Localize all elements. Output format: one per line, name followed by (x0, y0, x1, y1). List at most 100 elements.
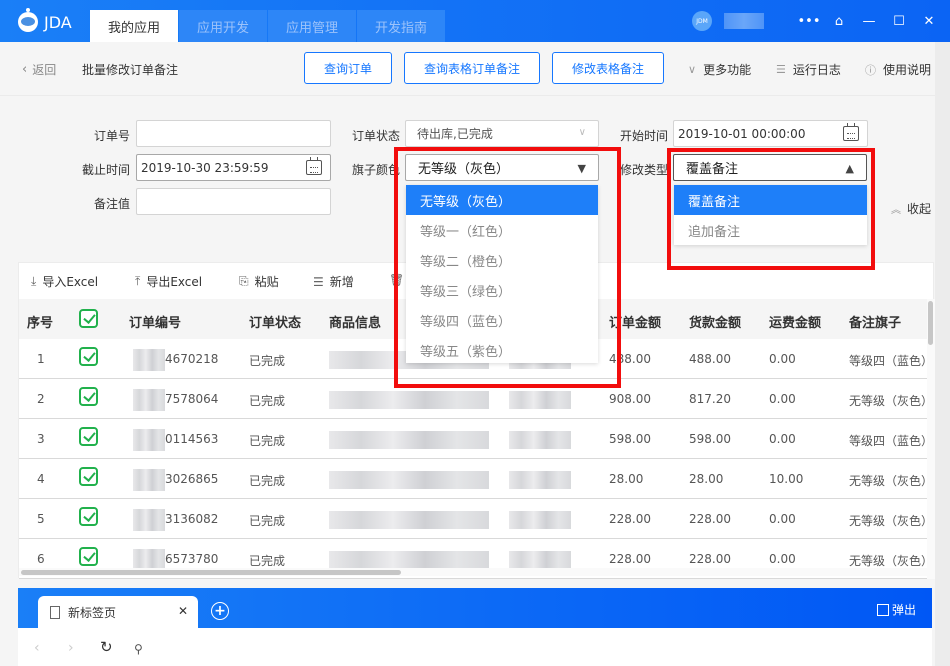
row-checkbox[interactable] (79, 507, 98, 526)
freight-amount: 0.00 (769, 352, 796, 366)
order-status-select[interactable]: 待出库,已完成 ∨ (405, 120, 599, 147)
order-status: 已完成 (249, 394, 286, 408)
select-all-checkbox[interactable] (79, 309, 98, 328)
table-row[interactable]: 4 3026865 已完成 28.00 28.00 10.00 无等级（灰色） (19, 459, 927, 499)
end-time-input[interactable]: 2019-10-30 23:59:59 (136, 154, 331, 181)
annotation-box-modify (667, 148, 875, 270)
close-tab-icon[interactable]: ✕ (178, 604, 188, 618)
remark-flag: 无等级（灰色） (849, 394, 927, 408)
document-icon (50, 605, 60, 619)
popout-label: 弹出 (891, 603, 916, 617)
paste-button[interactable]: ⎘ 粘贴 (239, 273, 279, 290)
col-order-status: 订单状态 (249, 316, 302, 331)
main-tabs: 我的应用 应用开发 应用管理 开发指南 (90, 10, 446, 42)
row-checkbox[interactable] (79, 387, 98, 406)
goods-amount: 228.00 (689, 512, 731, 526)
calendar-icon[interactable] (306, 157, 322, 175)
redacted-order-prefix (133, 389, 165, 411)
add-row-icon: ☰ (313, 274, 324, 289)
order-amount: 598.00 (609, 432, 651, 446)
minimize-icon[interactable]: — (856, 11, 882, 31)
chevron-left-icon: ‹ (22, 62, 28, 77)
vertical-scrollbar[interactable] (927, 299, 935, 579)
app-logo: JDA (18, 8, 72, 32)
help-label: 使用说明 (883, 63, 932, 77)
start-time-input[interactable]: 2019-10-01 00:00:00 (673, 120, 868, 147)
row-checkbox[interactable] (79, 427, 98, 446)
redacted-order-prefix (133, 469, 165, 491)
new-tab-icon[interactable]: + (211, 602, 229, 620)
goods-amount: 28.00 (689, 472, 724, 486)
row-checkbox[interactable] (79, 547, 98, 566)
calendar-icon[interactable] (843, 123, 859, 141)
forward-nav-icon[interactable]: › (68, 640, 74, 656)
order-no: 3026865 (165, 472, 219, 486)
remark-flag: 无等级（灰色） (849, 514, 927, 528)
remark-value-input[interactable] (136, 188, 331, 215)
order-no: 7578064 (165, 392, 219, 406)
row-index: 2 (37, 392, 45, 406)
app-window: JDA 我的应用 应用开发 应用管理 开发指南 JDM ••• ⌂ — ☐ ✕ … (0, 0, 950, 666)
goods-amount: 228.00 (689, 552, 731, 566)
sub-toolbar: ‹ 返回 批量修改订单备注 查询订单 查询表格订单备注 修改表格备注 ∨ 更多功… (0, 42, 935, 96)
avatar[interactable]: JDM (692, 11, 712, 31)
order-status: 已完成 (249, 354, 286, 368)
collapse-button[interactable]: ︽ 收起 (891, 200, 931, 217)
row-index: 5 (37, 512, 45, 526)
redacted-product-spec (509, 511, 571, 529)
tab-app-dev[interactable]: 应用开发 (179, 10, 267, 42)
table-row[interactable]: 3 0114563 已完成 598.00 598.00 0.00 等级四（蓝色） (19, 419, 927, 459)
freight-amount: 0.00 (769, 552, 796, 566)
reload-icon[interactable]: ↻ (100, 638, 113, 656)
order-amount: 908.00 (609, 392, 651, 406)
redacted-order-prefix (133, 349, 165, 371)
redacted-order-prefix (133, 429, 165, 451)
more-icon[interactable]: ••• (796, 11, 822, 31)
tab-app-manage[interactable]: 应用管理 (268, 10, 356, 42)
order-no-label: 订单号 (93, 129, 130, 143)
logo-icon (18, 8, 38, 32)
back-nav-icon[interactable]: ‹ (34, 640, 40, 656)
run-log-link[interactable]: ☰ 运行日志 (776, 61, 841, 78)
vertical-scroll-thumb[interactable] (928, 301, 933, 345)
query-table-remarks-button[interactable]: 查询表格订单备注 (404, 52, 540, 84)
home-icon[interactable]: ⌂ (826, 11, 852, 31)
modify-table-remarks-button[interactable]: 修改表格备注 (552, 52, 664, 84)
browser-tab[interactable]: 新标签页 ✕ (38, 596, 198, 628)
query-orders-button[interactable]: 查询订单 (304, 52, 392, 84)
popout-icon (876, 603, 889, 616)
remark-flag: 无等级（灰色） (849, 474, 927, 488)
horizontal-scroll-thumb[interactable] (21, 570, 401, 575)
order-no: 6573780 (165, 552, 219, 566)
tab-my-apps[interactable]: 我的应用 (90, 10, 178, 42)
order-no: 4670218 (165, 352, 219, 366)
window-right-edge (935, 42, 950, 666)
order-status: 已完成 (249, 474, 286, 488)
horizontal-scrollbar[interactable] (19, 568, 927, 576)
maximize-icon[interactable]: ☐ (886, 11, 912, 31)
back-button[interactable]: ‹ 返回 (22, 61, 56, 78)
title-bar: JDA 我的应用 应用开发 应用管理 开发指南 JDM ••• ⌂ — ☐ ✕ (0, 0, 950, 42)
tab-dev-guide[interactable]: 开发指南 (357, 10, 445, 42)
username-redacted (724, 13, 764, 29)
redacted-product-spec (509, 431, 571, 449)
table-row[interactable]: 5 3136082 已完成 228.00 228.00 0.00 无等级（灰色） (19, 499, 927, 539)
order-amount: 228.00 (609, 552, 651, 566)
order-amount: 28.00 (609, 472, 644, 486)
import-excel-label: 导入Excel (42, 275, 99, 289)
order-no-input[interactable] (136, 120, 331, 147)
export-icon: ⤒ (135, 274, 141, 288)
close-icon[interactable]: ✕ (916, 11, 942, 31)
export-excel-button[interactable]: ⤒ 导出Excel (135, 273, 202, 290)
freight-amount: 0.00 (769, 432, 796, 446)
more-functions-link[interactable]: ∨ 更多功能 (688, 61, 751, 78)
import-excel-button[interactable]: ⤓ 导入Excel (31, 273, 98, 290)
popout-button[interactable]: 弹出 (876, 601, 916, 618)
row-checkbox[interactable] (79, 347, 98, 366)
add-button[interactable]: ☰ 新增 (313, 273, 354, 290)
info-icon: ⓘ (865, 63, 876, 77)
search-icon[interactable]: ⚲ (134, 642, 143, 656)
remark-flag: 无等级（灰色） (849, 554, 927, 568)
row-checkbox[interactable] (79, 467, 98, 486)
help-link[interactable]: ⓘ 使用说明 (865, 61, 931, 78)
